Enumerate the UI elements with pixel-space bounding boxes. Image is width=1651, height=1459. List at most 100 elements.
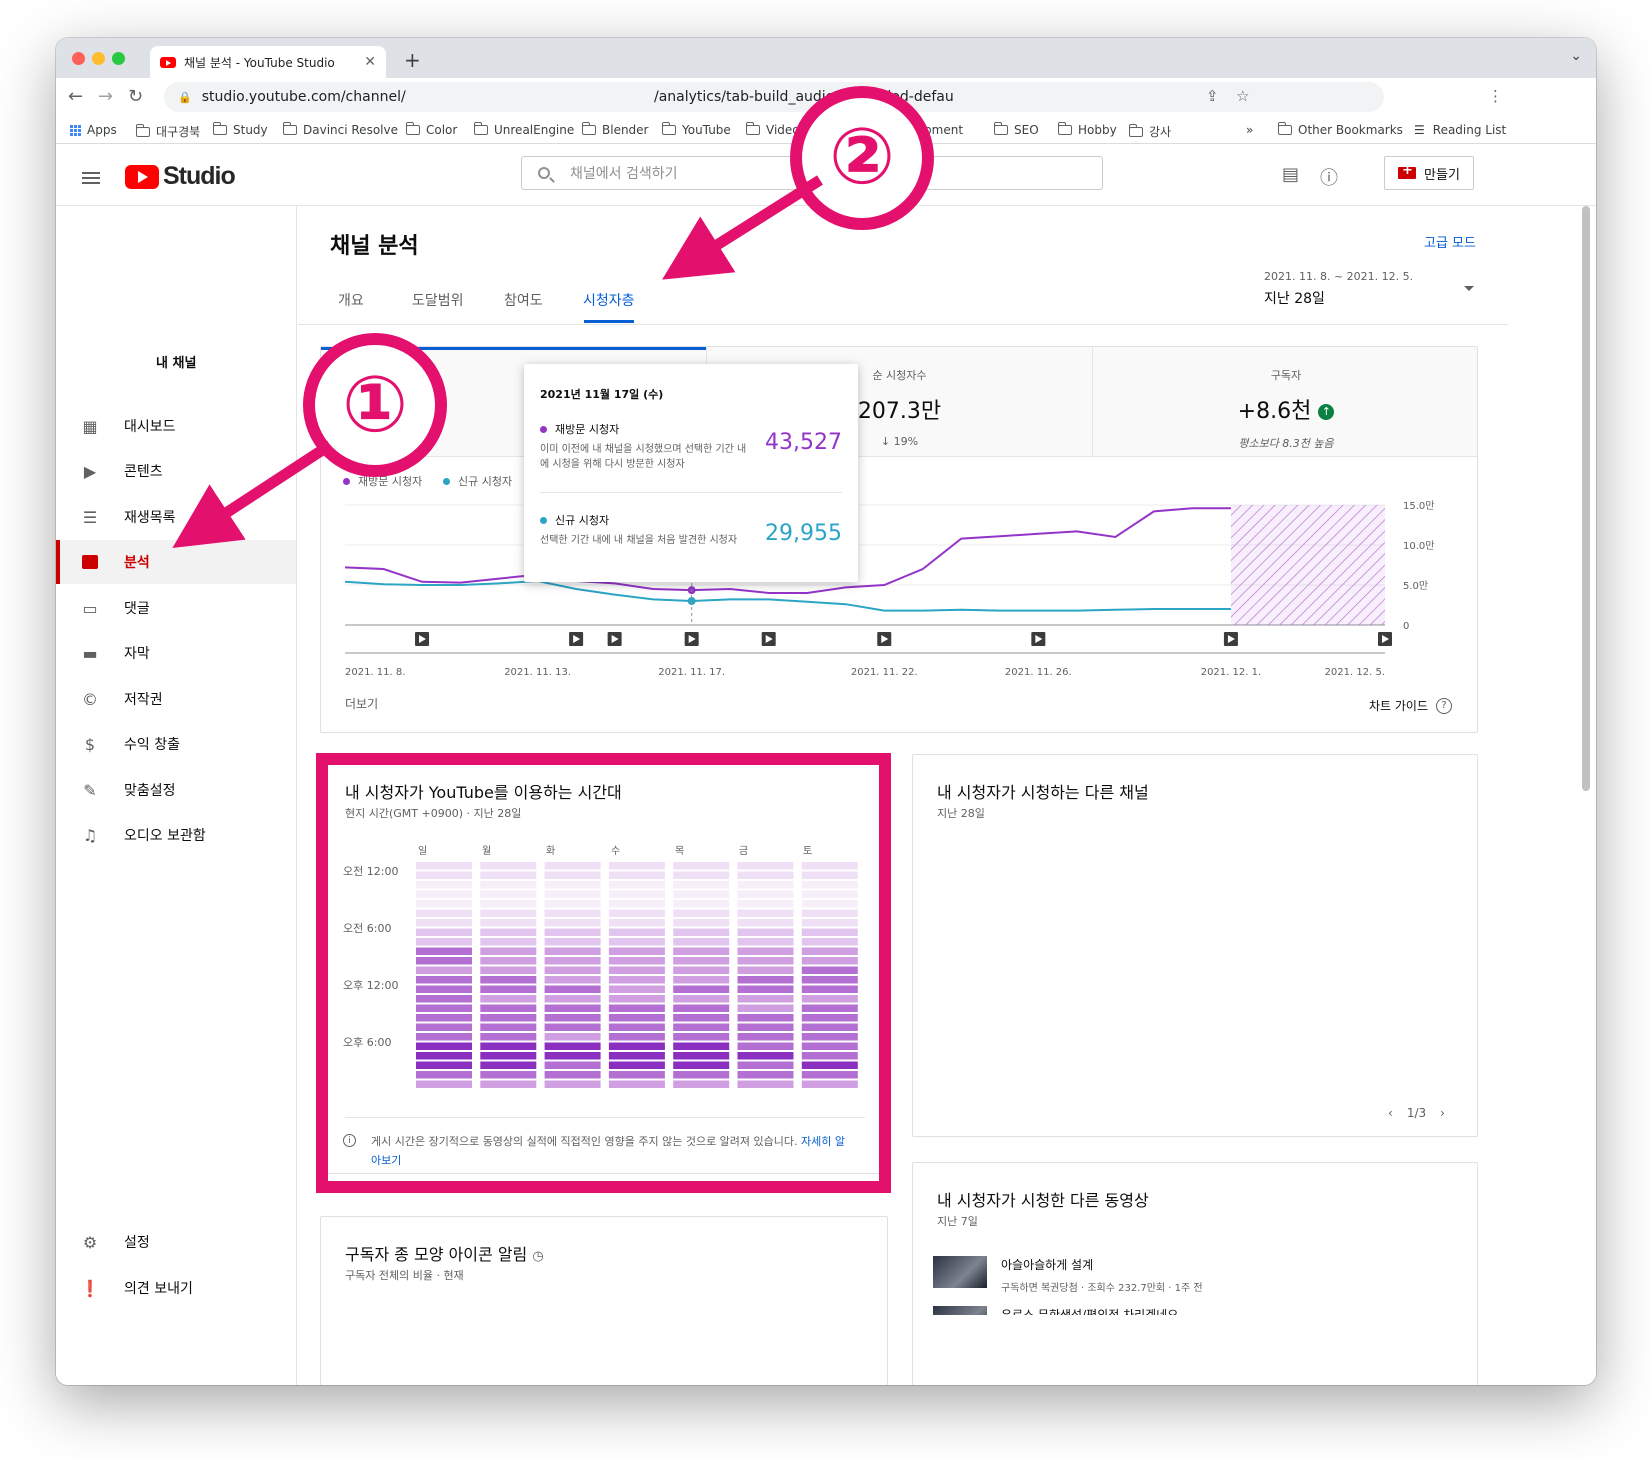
sidebar-item-monetization[interactable]: $ 수익 창출	[56, 722, 296, 766]
heatmap-cell[interactable]	[608, 1014, 665, 1022]
heatmap-cell[interactable]	[673, 900, 730, 908]
heatmap-cell[interactable]	[544, 1023, 601, 1032]
bookmark-folder[interactable]: YouTube	[662, 122, 731, 137]
heatmap-cell[interactable]	[801, 909, 858, 918]
heatmap-cell[interactable]	[608, 966, 665, 975]
heatmap-cell[interactable]	[801, 976, 858, 984]
metric-subscribers[interactable]: 구독자 +8.6천 ↑ 평소보다 8.3천 높음	[1093, 347, 1479, 457]
heatmap-cell[interactable]	[416, 995, 472, 1003]
sidebar-item-analytics[interactable]: 분석	[56, 540, 296, 584]
bookmark-folder[interactable]: 대구경북	[136, 123, 200, 140]
browser-menu-icon[interactable]: ⋮	[1488, 87, 1503, 105]
heatmap-cell[interactable]	[801, 1033, 858, 1041]
heatmap-cell[interactable]	[608, 957, 665, 965]
heatmap-cell[interactable]	[737, 1014, 794, 1022]
bookmark-folder[interactable]: Davinci Resolve	[283, 122, 398, 137]
heatmap-cell[interactable]	[416, 976, 472, 984]
bookmark-folder[interactable]: Video	[746, 122, 800, 137]
heatmap-cell[interactable]	[737, 1061, 794, 1070]
heatmap-cell[interactable]	[737, 1004, 794, 1013]
heatmap-cell[interactable]	[544, 871, 601, 880]
heatmap-cell[interactable]	[673, 928, 730, 937]
heatmap-cell[interactable]	[737, 1080, 794, 1089]
chevron-right-icon[interactable]: ›	[1440, 1106, 1445, 1120]
bookmark-folder[interactable]: Blender	[582, 122, 649, 137]
heatmap-cell[interactable]	[673, 1014, 730, 1022]
sidebar-item-content[interactable]: ▶ 콘텐츠	[56, 449, 296, 493]
heatmap-cell[interactable]	[608, 862, 665, 870]
sidebar-item-playlists[interactable]: ☰ 재생목록	[56, 495, 296, 539]
heatmap-cell[interactable]	[480, 947, 537, 956]
heatmap-cell[interactable]	[608, 985, 665, 994]
create-button[interactable]: 만들기	[1384, 156, 1474, 190]
heatmap-cell[interactable]	[737, 947, 794, 956]
other-bookmarks[interactable]: Other Bookmarks	[1278, 122, 1403, 137]
sidebar-item-dashboard[interactable]: ▦ 대시보드	[56, 404, 296, 448]
heatmap-cell[interactable]	[608, 919, 665, 927]
sidebar-item-subtitles[interactable]: ▬ 자막	[56, 631, 296, 675]
heatmap-cell[interactable]	[608, 995, 665, 1003]
heatmap-cell[interactable]	[544, 1004, 601, 1013]
messages-icon[interactable]: ▤	[1282, 164, 1299, 185]
heatmap-cell[interactable]	[801, 919, 858, 927]
heatmap-cell[interactable]	[480, 1080, 537, 1089]
bookmark-folder[interactable]: elopment	[906, 123, 963, 137]
heatmap-cell[interactable]	[544, 1042, 601, 1051]
viewer-time-heatmap[interactable]	[416, 862, 862, 1092]
close-window-button[interactable]	[72, 52, 85, 65]
heatmap-cell[interactable]	[544, 985, 601, 994]
heatmap-cell[interactable]	[608, 1033, 665, 1041]
heatmap-cell[interactable]	[544, 919, 601, 927]
heatmap-cell[interactable]	[416, 1071, 472, 1079]
heatmap-cell[interactable]	[416, 1052, 472, 1060]
heatmap-cell[interactable]	[608, 900, 665, 908]
heatmap-cell[interactable]	[544, 928, 601, 937]
heatmap-cell[interactable]	[737, 1052, 794, 1060]
heatmap-cell[interactable]	[480, 919, 537, 927]
heatmap-cell[interactable]	[416, 928, 472, 937]
heatmap-cell[interactable]	[544, 1080, 601, 1089]
more-bookmarks-chevron[interactable]: »	[1246, 123, 1253, 137]
heatmap-cell[interactable]	[673, 957, 730, 965]
date-period-select[interactable]: 지난 28일	[1264, 288, 1325, 308]
heatmap-cell[interactable]	[608, 871, 665, 880]
heatmap-cell[interactable]	[673, 1052, 730, 1060]
heatmap-cell[interactable]	[416, 957, 472, 965]
tab-engagement[interactable]: 참여도	[504, 290, 543, 310]
heatmap-cell[interactable]	[737, 1042, 794, 1051]
heatmap-cell[interactable]	[801, 1071, 858, 1079]
heatmap-cell[interactable]	[480, 985, 537, 994]
heatmap-cell[interactable]	[608, 890, 665, 899]
heatmap-cell[interactable]	[673, 881, 730, 889]
heatmap-cell[interactable]	[737, 1033, 794, 1041]
address-bar[interactable]: 🔒 studio.youtube.com/channel/ /analytics…	[164, 82, 1384, 112]
heatmap-cell[interactable]	[544, 976, 601, 984]
heatmap-cell[interactable]	[801, 947, 858, 956]
channel-search-input[interactable]: 채널에서 검색하기	[521, 156, 1103, 190]
heatmap-cell[interactable]	[801, 928, 858, 937]
dropdown-arrow-icon[interactable]	[1464, 286, 1474, 291]
heatmap-cell[interactable]	[608, 881, 665, 889]
heatmap-cell[interactable]	[480, 1004, 537, 1013]
heatmap-cell[interactable]	[416, 1080, 472, 1089]
list-item[interactable]: 아슬아슬하게 설계 구독하면 복권당첨 · 조회수 232.7만회 · 1주 전	[933, 1256, 1203, 1294]
heatmap-cell[interactable]	[416, 890, 472, 899]
heatmap-cell[interactable]	[673, 909, 730, 918]
heatmap-cell[interactable]	[480, 1061, 537, 1070]
heatmap-cell[interactable]	[801, 1052, 858, 1060]
heatmap-cell[interactable]	[673, 1004, 730, 1013]
heatmap-cell[interactable]	[480, 995, 537, 1003]
legend-new[interactable]: 신규 시청자	[443, 473, 512, 489]
heatmap-cell[interactable]	[544, 890, 601, 899]
heatmap-cell[interactable]	[737, 871, 794, 880]
heatmap-cell[interactable]	[416, 900, 472, 908]
heatmap-cell[interactable]	[544, 881, 601, 889]
heatmap-cell[interactable]	[416, 947, 472, 956]
audience-line-chart[interactable]: 0 5.0만 10.0만 15.0만 2021. 11. 8. 2021. 11. 13.…	[321, 497, 1479, 677]
bookmark-folder[interactable]: Study	[213, 122, 268, 137]
bookmark-folder[interactable]: 강사	[1129, 123, 1171, 140]
heatmap-cell[interactable]	[608, 1004, 665, 1013]
bookmark-folder[interactable]: SEO	[994, 122, 1039, 137]
sidebar-item-comments[interactable]: ▭ 댓글	[56, 586, 296, 630]
heatmap-cell[interactable]	[480, 1023, 537, 1032]
